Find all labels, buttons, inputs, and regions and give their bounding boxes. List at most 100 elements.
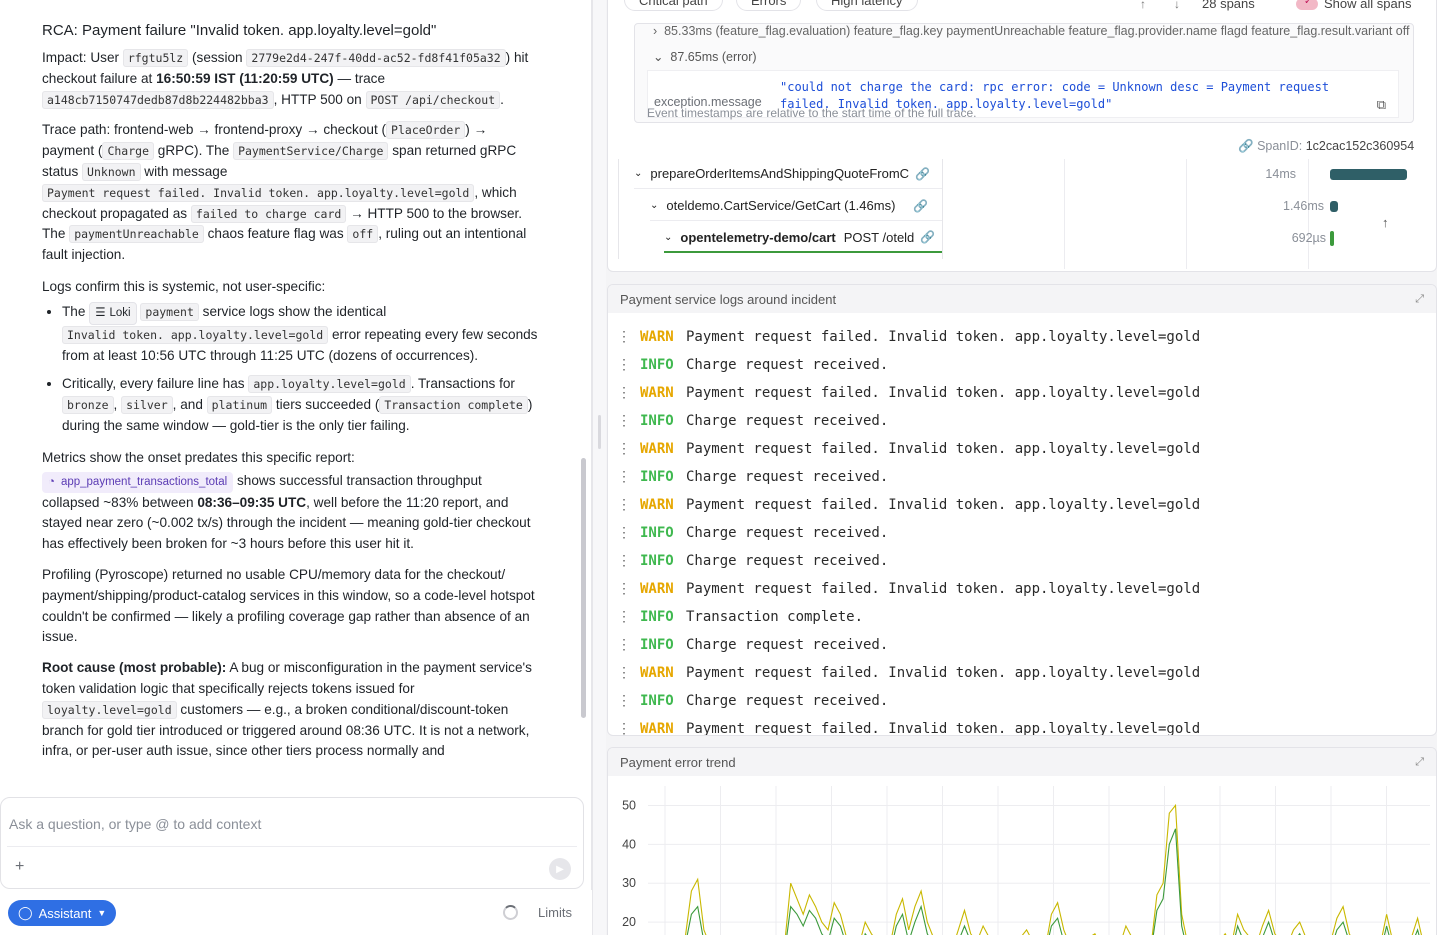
tab-errors[interactable]: Errors bbox=[736, 0, 802, 11]
more-options-icon[interactable]: ⋮ bbox=[608, 637, 640, 653]
error-event-row[interactable]: ⌄ 87.65ms (error) bbox=[653, 49, 757, 64]
impact-text: , HTTP 500 on bbox=[273, 91, 366, 107]
panel-resize-handle[interactable] bbox=[592, 0, 606, 935]
more-options-icon[interactable]: ⋮ bbox=[608, 721, 640, 735]
trace-path-text: gRPC). The bbox=[154, 143, 234, 159]
log-level: INFO bbox=[640, 525, 674, 541]
copy-icon[interactable]: ⧉ bbox=[1377, 97, 1386, 113]
chat-scrollbar[interactable] bbox=[581, 458, 586, 718]
limits-button[interactable]: Limits bbox=[538, 905, 572, 920]
tab-critical-path[interactable]: Critical path bbox=[624, 0, 723, 11]
log-row[interactable]: ⋮ INFO Charge request received. bbox=[608, 687, 1436, 715]
composer-divider bbox=[7, 846, 577, 847]
log-level: INFO bbox=[640, 637, 674, 653]
link-icon[interactable]: 🔗 bbox=[913, 199, 928, 213]
code-snippet: off bbox=[347, 225, 379, 244]
log-row[interactable]: ⋮ INFO Charge request received. bbox=[608, 519, 1436, 547]
more-options-icon[interactable]: ⋮ bbox=[608, 385, 640, 401]
log-message: Payment request failed. Invalid token. a… bbox=[686, 385, 1201, 401]
log-row[interactable]: ⋮ INFO Transaction complete. bbox=[608, 603, 1436, 631]
span-id-label: SpanID: bbox=[1257, 139, 1303, 153]
code-snippet: bronze bbox=[62, 396, 114, 415]
metrics-heading: Metrics show the onset predates this spe… bbox=[42, 449, 355, 465]
trace-path-text: Trace path: frontend-web → frontend-prox… bbox=[42, 122, 387, 138]
log-level: WARN bbox=[640, 665, 674, 681]
link-icon[interactable]: 🔗 bbox=[1238, 139, 1254, 153]
log-message: Payment request failed. Invalid token. a… bbox=[686, 721, 1201, 736]
more-options-icon[interactable]: ⋮ bbox=[608, 581, 640, 597]
tab-high-latency[interactable]: High latency bbox=[816, 0, 918, 11]
link-icon[interactable]: 🔗 bbox=[920, 230, 935, 244]
more-options-icon[interactable]: ⋮ bbox=[608, 497, 640, 513]
metrics-window: 08:36–09:35 UTC bbox=[197, 494, 307, 510]
code-snippet: Charge bbox=[102, 142, 154, 161]
log-row[interactable]: ⋮ INFO Charge request received. bbox=[608, 547, 1436, 575]
span-row[interactable]: ⌄ opentelemetry-demo/cart POST /oteld 🔗 bbox=[664, 223, 942, 253]
code-snippet: Invalid token. app.loyalty.level=gold bbox=[62, 325, 329, 344]
log-message: Charge request received. bbox=[686, 553, 889, 569]
more-options-icon[interactable]: ⋮ bbox=[608, 329, 640, 345]
log-row[interactable]: ⋮ WARN Payment request failed. Invalid tok… bbox=[608, 379, 1436, 407]
timeline-gridline bbox=[1186, 159, 1187, 269]
arrow-up-icon[interactable]: ↑ bbox=[1140, 0, 1146, 11]
trace-path-text: chaos feature flag was bbox=[203, 226, 348, 242]
loki-datasource-pill[interactable]: ☰ Loki bbox=[89, 301, 137, 325]
span-row[interactable]: ⌄ prepareOrderItemsAndShippingQuoteFromC… bbox=[634, 159, 942, 189]
span-duration: 14ms bbox=[1265, 167, 1296, 181]
log-row[interactable]: ⋮ INFO Charge request received. bbox=[608, 407, 1436, 435]
more-options-icon[interactable]: ⋮ bbox=[608, 441, 640, 457]
log-message: Charge request received. bbox=[686, 637, 889, 653]
log-lines: ⋮ WARN Payment request failed. Invalid tok… bbox=[608, 323, 1436, 736]
pill-label: Loki bbox=[109, 306, 131, 319]
bullet-text: service logs show the identical bbox=[198, 303, 387, 319]
show-all-spans-toggle[interactable]: Show all spans bbox=[1296, 0, 1411, 11]
send-button[interactable]: ▶ bbox=[549, 858, 571, 880]
chevron-down-icon[interactable]: ⌄ bbox=[664, 232, 672, 243]
log-row[interactable]: ⋮ WARN Payment request failed. Invalid tok… bbox=[608, 491, 1436, 519]
more-options-icon[interactable]: ⋮ bbox=[608, 525, 640, 541]
log-level: WARN bbox=[640, 441, 674, 457]
more-options-icon[interactable]: ⋮ bbox=[608, 609, 640, 625]
spans-count: 28 spans bbox=[1202, 0, 1255, 11]
more-options-icon[interactable]: ⋮ bbox=[608, 413, 640, 429]
code-snippet: PlaceOrder bbox=[386, 121, 466, 140]
expand-icon[interactable]: ⤢ bbox=[1415, 756, 1424, 769]
log-row[interactable]: ⋮ INFO Charge request received. bbox=[608, 631, 1436, 659]
span-id: 🔗 SpanID: 1c2cac152c360954 bbox=[1238, 139, 1414, 154]
more-options-icon[interactable]: ⋮ bbox=[608, 553, 640, 569]
arrow-down-icon[interactable]: ↓ bbox=[1174, 0, 1180, 11]
more-options-icon[interactable]: ⋮ bbox=[608, 469, 640, 485]
log-row[interactable]: ⋮ INFO Charge request received. bbox=[608, 463, 1436, 491]
event-text: 85.33ms (feature_flag.evaluation) featur… bbox=[664, 24, 1410, 38]
endpoint-code: POST /api/checkout bbox=[365, 90, 501, 109]
log-message: Payment request failed. Invalid token. a… bbox=[686, 329, 1201, 345]
arrow-up-icon[interactable]: ↑ bbox=[1382, 215, 1389, 230]
log-row[interactable]: ⋮ WARN Payment request failed. Invalid tok… bbox=[608, 715, 1436, 736]
more-options-icon[interactable]: ⋮ bbox=[608, 665, 640, 681]
chat-bubble-icon: ◯ bbox=[18, 905, 33, 920]
log-row[interactable]: ⋮ WARN Payment request failed. Invalid tok… bbox=[608, 659, 1436, 687]
assistant-message: RCA: Payment failure "Invalid token. app… bbox=[42, 20, 542, 772]
log-row[interactable]: ⋮ WARN Payment request failed. Invalid tok… bbox=[608, 435, 1436, 463]
code-snippet: platinum bbox=[206, 396, 273, 415]
add-context-button[interactable]: + bbox=[15, 858, 24, 876]
chevron-down-icon[interactable]: ⌄ bbox=[650, 200, 658, 211]
more-options-icon[interactable]: ⋮ bbox=[608, 693, 640, 709]
chat-input[interactable]: Ask a question, or type @ to add context bbox=[9, 816, 261, 832]
metric-pill[interactable]: ◔ app_payment_transactions_total bbox=[42, 471, 234, 493]
chevron-down-icon[interactable]: ⌄ bbox=[634, 168, 642, 179]
expand-icon[interactable]: ⤢ bbox=[1415, 293, 1424, 306]
assistant-mode-button[interactable]: ◯ Assistant ▼ bbox=[8, 900, 117, 926]
trace-path-paragraph: Trace path: frontend-web → frontend-prox… bbox=[42, 120, 542, 266]
root-cause-label: Root cause (most probable): bbox=[42, 660, 227, 676]
log-row[interactable]: ⋮ WARN Payment request failed. Invalid tok… bbox=[608, 575, 1436, 603]
log-message: Charge request received. bbox=[686, 469, 889, 485]
log-row[interactable]: ⋮ INFO Charge request received. bbox=[608, 351, 1436, 379]
span-row[interactable]: ⌄ oteldemo.CartService/GetCart (1.46ms) … bbox=[650, 191, 942, 221]
more-options-icon[interactable]: ⋮ bbox=[608, 357, 640, 373]
link-icon[interactable]: 🔗 bbox=[915, 167, 930, 181]
list-item: The ☰Loki payment service logs show the … bbox=[62, 301, 542, 366]
log-row[interactable]: ⋮ WARN Payment request failed. Invalid tok… bbox=[608, 323, 1436, 351]
feature-flag-event-row[interactable]: › 85.33ms (feature_flag.evaluation) feat… bbox=[653, 24, 1409, 38]
log-message: Payment request failed. Invalid token. a… bbox=[686, 581, 1201, 597]
